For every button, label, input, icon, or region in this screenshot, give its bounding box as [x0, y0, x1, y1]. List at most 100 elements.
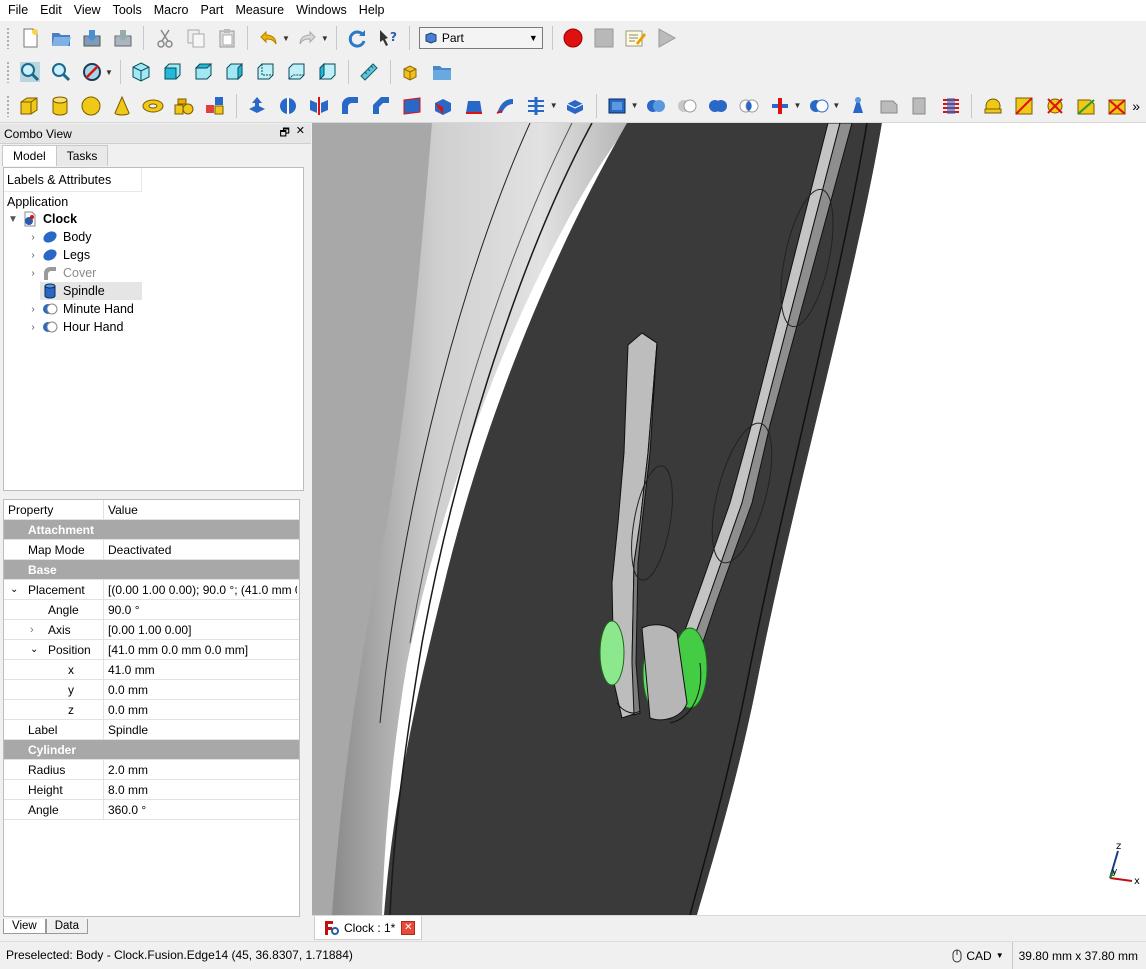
top-view-icon[interactable]	[190, 59, 217, 86]
revolve-icon[interactable]	[275, 92, 302, 119]
measure-distance-icon[interactable]	[356, 59, 383, 86]
tab-view[interactable]: View	[3, 919, 46, 934]
cylinder-icon[interactable]	[47, 92, 74, 119]
menu-measure[interactable]: Measure	[229, 0, 290, 21]
property-row-cylinder-angle[interactable]: Angle 360.0 °	[4, 799, 299, 820]
property-value[interactable]: [0.00 1.00 0.00]	[104, 623, 297, 637]
close-tab-icon[interactable]: ✕	[401, 920, 416, 935]
tree-item-legs[interactable]: › Legs	[26, 246, 90, 264]
undo-dropdown-icon[interactable]: ▼	[282, 34, 290, 43]
value-column-header[interactable]: Value	[104, 503, 297, 517]
ruled-surface-icon[interactable]	[430, 92, 457, 119]
measure-linear-icon[interactable]	[979, 92, 1006, 119]
group-icon[interactable]	[429, 59, 456, 86]
refresh-icon[interactable]	[344, 25, 371, 52]
close-panel-icon[interactable]: ✕	[296, 124, 305, 143]
mirror-icon[interactable]	[306, 92, 333, 119]
property-value[interactable]: [(0.00 1.00 0.00); 90.0 °; (41.0 mm 0.0 …	[104, 583, 297, 597]
chamfer-icon[interactable]	[368, 92, 395, 119]
property-column-header[interactable]: Property	[4, 499, 104, 520]
offset-icon[interactable]	[562, 92, 589, 119]
fillet-icon[interactable]	[337, 92, 364, 119]
save-as-icon[interactable]	[109, 25, 136, 52]
cut-icon[interactable]	[151, 25, 178, 52]
boolean-icon[interactable]	[643, 92, 670, 119]
chevron-right-icon[interactable]: ›	[26, 304, 40, 315]
cone-icon[interactable]	[109, 92, 136, 119]
draw-style-icon[interactable]	[78, 59, 105, 86]
sphere-icon[interactable]	[78, 92, 105, 119]
property-row-position[interactable]: ⌄ Position [41.0 mm 0.0 mm 0.0 mm]	[4, 639, 299, 660]
bottom-view-icon[interactable]	[283, 59, 310, 86]
execute-macro-icon[interactable]	[653, 25, 680, 52]
section-dropdown-icon[interactable]: ▼	[550, 101, 558, 110]
property-row-z[interactable]: z 0.0 mm	[4, 699, 299, 720]
torus-icon[interactable]	[140, 92, 167, 119]
loft-icon[interactable]	[461, 92, 488, 119]
property-value[interactable]: 2.0 mm	[104, 763, 297, 777]
toolbar-grip[interactable]	[6, 27, 10, 49]
join-icon[interactable]	[766, 92, 793, 119]
property-group-base[interactable]: Base	[4, 560, 299, 580]
chevron-right-icon[interactable]: ›	[30, 624, 48, 636]
tree-item-hour-hand[interactable]: › Hour Hand	[26, 318, 123, 336]
chevron-right-icon[interactable]: ›	[26, 232, 40, 243]
fit-selection-icon[interactable]	[47, 59, 74, 86]
3d-scene[interactable]: z y x	[312, 123, 1146, 915]
tab-model[interactable]: Model	[2, 145, 57, 166]
cross-sections-icon[interactable]	[937, 92, 964, 119]
join-dropdown-icon[interactable]: ▼	[793, 101, 801, 110]
property-row-radius[interactable]: Radius 2.0 mm	[4, 759, 299, 780]
compound-icon[interactable]	[604, 92, 631, 119]
right-view-icon[interactable]	[221, 59, 248, 86]
tree-item-minute-hand[interactable]: › Minute Hand	[26, 300, 134, 318]
float-panel-icon[interactable]: 🗗	[279, 124, 289, 143]
isometric-view-icon[interactable]	[128, 59, 155, 86]
open-file-icon[interactable]	[47, 25, 74, 52]
property-value[interactable]: [41.0 mm 0.0 mm 0.0 mm]	[104, 643, 297, 657]
property-row-map-mode[interactable]: Map Mode Deactivated	[4, 539, 299, 560]
left-view-icon[interactable]	[314, 59, 341, 86]
paste-icon[interactable]	[213, 25, 240, 52]
redo-dropdown-icon[interactable]: ▼	[321, 34, 329, 43]
defeaturing-icon[interactable]	[875, 92, 902, 119]
sweep-icon[interactable]	[492, 92, 519, 119]
property-value[interactable]: 90.0 °	[104, 603, 297, 617]
property-value[interactable]: 8.0 mm	[104, 783, 297, 797]
chevron-right-icon[interactable]: ›	[26, 322, 40, 333]
property-value[interactable]: 0.0 mm	[104, 683, 297, 697]
projection-icon[interactable]	[906, 92, 933, 119]
split-dropdown-icon[interactable]: ▼	[832, 101, 840, 110]
edit-macro-icon[interactable]	[622, 25, 649, 52]
property-value[interactable]: 41.0 mm	[104, 663, 297, 677]
property-group-attachment[interactable]: Attachment	[4, 520, 299, 540]
tab-tasks[interactable]: Tasks	[55, 145, 109, 166]
chevron-down-icon[interactable]: ▼	[6, 214, 20, 225]
menu-help[interactable]: Help	[353, 0, 391, 21]
property-row-axis[interactable]: › Axis [0.00 1.00 0.00]	[4, 619, 299, 640]
fit-all-icon[interactable]	[16, 59, 43, 86]
tree-item-body[interactable]: › Body	[26, 228, 91, 246]
menu-view[interactable]: View	[68, 0, 107, 21]
undo-icon[interactable]	[255, 25, 282, 52]
cube-icon[interactable]	[16, 92, 43, 119]
tree-item-cover[interactable]: › Cover	[26, 264, 96, 282]
chevron-down-icon[interactable]: ⌄	[10, 584, 28, 595]
extrude-icon[interactable]	[244, 92, 271, 119]
3d-viewport[interactable]: z y x	[312, 123, 1146, 915]
record-macro-icon[interactable]	[560, 25, 587, 52]
menu-macro[interactable]: Macro	[148, 0, 195, 21]
tree-item-spindle[interactable]: Spindle	[40, 282, 142, 300]
tree-item-clock[interactable]: ▼ Clock	[6, 210, 77, 228]
rear-view-icon[interactable]	[252, 59, 279, 86]
menu-edit[interactable]: Edit	[34, 0, 68, 21]
property-row-angle[interactable]: Angle 90.0 °	[4, 599, 299, 620]
section-icon[interactable]	[523, 92, 550, 119]
measure-clear-icon[interactable]	[1041, 92, 1068, 119]
chevron-down-icon[interactable]: ⌄	[30, 644, 48, 655]
property-value[interactable]: 0.0 mm	[104, 703, 297, 717]
property-value[interactable]: Spindle	[104, 723, 297, 737]
measure-delta-icon[interactable]	[1103, 92, 1130, 119]
tube-icon[interactable]	[171, 92, 198, 119]
chevron-right-icon[interactable]: ›	[26, 250, 40, 261]
